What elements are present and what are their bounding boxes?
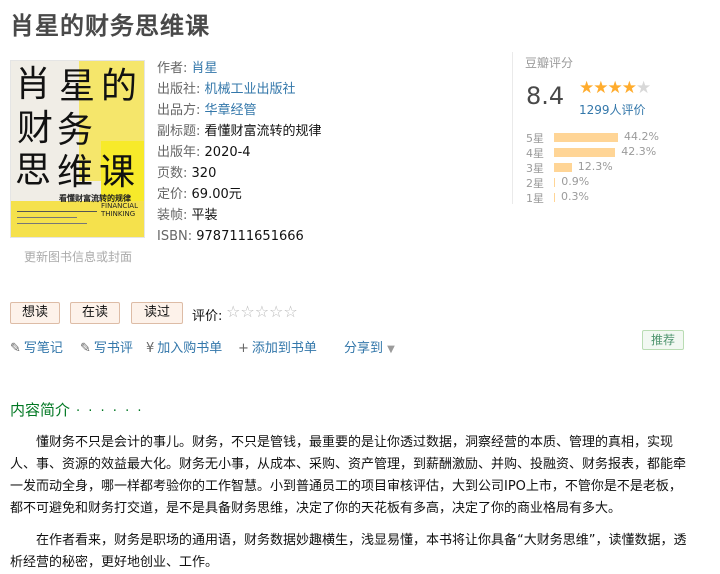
info-price: 定价: 69.00元 (157, 184, 322, 205)
info-value: 平装 (191, 208, 218, 223)
cover-title-char: 的 (101, 66, 138, 107)
share-dropdown[interactable]: 分享到 ▼ (344, 337, 395, 356)
share-label: 分享到 (344, 341, 384, 356)
star-empty-icon[interactable]: ☆ (240, 302, 254, 321)
info-value: 2020-4 (204, 145, 251, 160)
info-producer: 出品方: 华章经管 (157, 100, 322, 121)
rating-stars: ★★★★★ (579, 78, 651, 98)
book-cover[interactable]: 肖 星 的 财 务 思 维 课 看懂财富流转的规律 FINANCIAL THIN… (10, 60, 145, 238)
info-author: 作者: 肖星 (157, 58, 322, 79)
recommend-button[interactable]: 推荐 (642, 330, 684, 350)
reading-button[interactable]: 在读 (70, 302, 120, 324)
cover-title-char: 课 (99, 152, 136, 193)
cover-title-char: 维 (57, 152, 94, 193)
info-publisher: 出版社: 机械工业出版社 (157, 79, 322, 100)
write-note-label: 写笔记 (23, 341, 63, 356)
cover-title-char: 肖 (15, 64, 52, 105)
info-isbn: ISBN: 9787111651666 (157, 226, 322, 247)
rating-row-label: 4星 (526, 147, 544, 160)
star-empty-icon[interactable]: ☆ (283, 302, 297, 321)
book-info: 作者: 肖星 出版社: 机械工业出版社 出品方: 华章经管 副标题: 看懂财富流… (157, 58, 322, 247)
info-label: ISBN: (157, 229, 193, 244)
add-to-list-link[interactable]: + 添加到书单 (238, 337, 317, 356)
add-to-list-label: 添加到书单 (251, 341, 317, 356)
add-to-cart-label: 加入购书单 (157, 341, 223, 356)
rating-row-label: 3星 (526, 162, 544, 175)
rating-row-pct: 44.2% (624, 130, 659, 143)
info-pages: 页数: 320 (157, 163, 322, 184)
info-value: 320 (191, 166, 217, 181)
rating-bar (554, 193, 555, 202)
rating-row-label: 1星 (526, 192, 544, 205)
info-label: 出版年: (157, 145, 201, 160)
info-year: 出版年: 2020-4 (157, 142, 322, 163)
rating-bar (554, 163, 572, 172)
cover-title-char: 务 (57, 110, 94, 151)
rating-title: 豆瓣评分 (525, 56, 574, 70)
page-title: 肖星的财务思维课 (10, 12, 210, 40)
cover-decoration (17, 211, 97, 233)
rating-bar (554, 178, 556, 187)
rating-row-pct: 0.9% (561, 175, 590, 188)
producer-link[interactable]: 华章经管 (205, 103, 257, 118)
rate-label: 评价: (192, 309, 223, 324)
yen-icon: ¥ (146, 341, 155, 356)
star-full-icon: ★ (579, 78, 594, 98)
cover-title-char: 财 (17, 108, 54, 149)
have-read-button[interactable]: 读过 (131, 302, 183, 324)
add-to-cart-link[interactable]: ¥ 加入购书单 (146, 337, 222, 356)
rating-score: 8.4 (526, 82, 565, 110)
info-subtitle: 副标题: 看懂财富流转的规律 (157, 121, 322, 142)
rate-stars[interactable]: ☆☆☆☆☆ (226, 302, 298, 321)
info-label: 出版社: (157, 82, 201, 97)
star-full-icon: ★ (593, 78, 608, 98)
rating-row-label: 2星 (526, 177, 544, 190)
info-label: 出品方: (157, 103, 201, 118)
write-review-label: 写书评 (93, 341, 133, 356)
intro-heading: 内容简介 · · · · · · (10, 399, 143, 420)
rating-bar (554, 133, 618, 142)
write-review-link[interactable]: ✎ 写书评 (80, 337, 133, 356)
intro-heading-dots: · · · · · · (76, 404, 144, 419)
cover-title-char: 思 (15, 150, 52, 191)
cover-english-title: FINANCIAL THINKING (101, 202, 138, 218)
info-value: 看懂财富流转的规律 (204, 124, 322, 139)
star-full-icon: ★ (621, 78, 637, 98)
intro-content: 懂财务不只是会计的事儿。财务，不只是管钱，最重要的是让你透过数据，洞察经营的本质… (10, 432, 690, 574)
info-label: 定价: (157, 187, 188, 202)
rating-bar (554, 148, 616, 157)
star-full-icon: ★ (607, 78, 623, 98)
info-binding: 装帧: 平装 (157, 205, 322, 226)
rating-row-label: 5星 (526, 132, 544, 145)
intro-heading-label: 内容简介 (10, 401, 71, 419)
rating-row-pct: 0.3% (561, 190, 589, 203)
info-label: 装帧: (157, 208, 188, 223)
info-label: 页数: (157, 166, 188, 181)
update-book-info-link[interactable]: 更新图书信息或封面 (24, 248, 132, 265)
rating-panel: 豆瓣评分 8.4 ★★★★★ 1299人评价 5星 44.2% 4星 42.3% 3… (512, 52, 682, 205)
info-label: 作者: (157, 61, 188, 76)
intro-paragraph: 在作者看来，财务是职场的通用语，财务数据妙趣横生，浅显易懂，本书将让你具备“大财… (10, 533, 687, 570)
star-empty-icon[interactable]: ☆ (269, 302, 283, 321)
star-half-icon: ★ (636, 78, 651, 98)
cover-title-char: 星 (59, 66, 96, 107)
plus-icon: + (238, 341, 249, 356)
info-value: 69.00元 (191, 187, 242, 202)
rating-count-link[interactable]: 1299人评价 (579, 101, 646, 118)
star-empty-icon[interactable]: ☆ (255, 302, 269, 321)
info-label: 副标题: (157, 124, 201, 139)
want-to-read-button[interactable]: 想读 (10, 302, 60, 324)
rating-row-pct: 42.3% (621, 145, 657, 158)
rating-row-pct: 12.3% (577, 160, 613, 173)
intro-paragraph: 懂财务不只是会计的事儿。财务，不只是管钱，最重要的是让你透过数据，洞察经营的本质… (10, 435, 687, 516)
publisher-link[interactable]: 机械工业出版社 (205, 82, 296, 97)
author-link[interactable]: 肖星 (192, 61, 218, 76)
pencil-icon: ✎ (80, 341, 91, 356)
chevron-down-icon: ▼ (387, 344, 395, 355)
info-value: 9787111651666 (196, 229, 304, 244)
pencil-icon: ✎ (10, 341, 21, 356)
write-note-link[interactable]: ✎ 写笔记 (10, 337, 63, 356)
star-empty-icon[interactable]: ☆ (226, 302, 240, 321)
